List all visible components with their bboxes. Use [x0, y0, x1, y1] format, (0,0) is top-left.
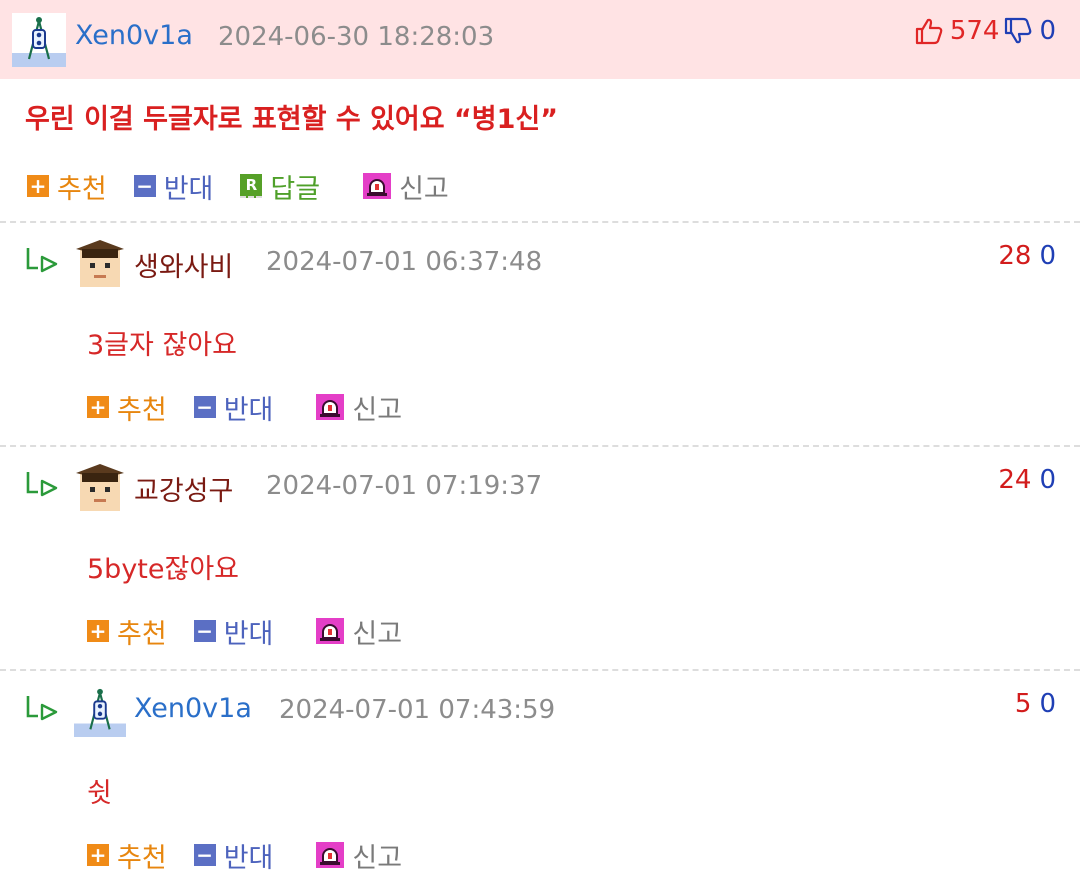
reply-nickname[interactable]: 교강성구 — [134, 469, 233, 508]
reply-actions: + 추천 − 반대 신고 — [87, 836, 429, 875]
upvote-count: 574 — [949, 16, 1000, 46]
downvote-button[interactable]: − 반대 — [193, 388, 274, 427]
main-comment-nickname[interactable]: Xen0v1a — [75, 20, 193, 51]
reply-text: 쉿 — [87, 778, 112, 809]
downvote-button[interactable]: − 반대 — [133, 167, 214, 206]
reply-nickname[interactable]: 생와사비 — [134, 245, 233, 284]
plus-icon: + — [27, 175, 49, 197]
reply-votes: 50 — [1015, 689, 1056, 719]
robot-avatar[interactable] — [12, 13, 66, 67]
main-comment-actions: + 추천 − 반대 R 답글 신고 — [27, 167, 476, 206]
main-comment-body: 우린 이걸 두글자로 표현할 수 있어요 “병1신” + 추천 − 반대 R 답… — [0, 79, 1080, 223]
plus-icon: + — [87, 844, 109, 866]
report-button[interactable]: 신고 — [316, 836, 402, 875]
reply-nickname[interactable]: Xen0v1a — [134, 693, 252, 724]
main-comment-text: 우린 이걸 두글자로 표현할 수 있어요 “병1신” — [25, 104, 558, 135]
report-label: 신고 — [399, 173, 449, 205]
comment-thread: Xen0v1a 2024-06-30 18:28:03 574 0 우린 이걸 … — [0, 0, 1080, 893]
minus-icon: − — [133, 175, 156, 197]
reply-upvote-count: 28 — [998, 241, 1032, 271]
reply-label: 답글 — [270, 173, 321, 205]
reply-votes: 24 0 — [998, 465, 1056, 495]
upvote-button[interactable]: + 추천 — [87, 612, 167, 651]
reply-text: 3글자 잖아요 — [87, 330, 237, 361]
reply-date: 2024-07-01 06:37:48 — [266, 247, 543, 277]
downvote-button[interactable]: − 반대 — [193, 836, 274, 875]
reply-downvote-count: 0 — [1039, 689, 1056, 719]
reply-actions: + 추천 − 반대 신고 — [87, 388, 429, 427]
reply-button[interactable]: R 답글 — [240, 167, 320, 206]
reply-item: 교강성구 2024-07-01 07:19:37 24 0 5byte잖아요 + … — [0, 447, 1080, 671]
reply-icon: R — [240, 174, 263, 198]
upvote-button[interactable]: + 추천 — [87, 388, 167, 427]
report-button[interactable]: 신고 — [316, 388, 402, 427]
upvote-label: 추천 — [117, 394, 167, 426]
siren-icon — [316, 394, 345, 420]
report-label: 신고 — [352, 618, 403, 650]
report-label: 신고 — [352, 394, 403, 426]
reply-upvote-count: 24 — [998, 465, 1032, 495]
main-comment-header: Xen0v1a 2024-06-30 18:28:03 574 0 — [0, 0, 1080, 79]
siren-icon — [316, 618, 345, 644]
reply-item: 생와사비 2024-07-01 06:37:48 28 0 3글자 잖아요 + 추… — [0, 223, 1080, 447]
upvote-label: 추천 — [117, 618, 167, 650]
reply-arrow-icon — [25, 470, 59, 500]
upvote-button[interactable]: + 추천 — [87, 836, 167, 875]
siren-icon — [316, 842, 345, 868]
reply-actions: + 추천 − 반대 신고 — [87, 612, 429, 651]
reply-votes: 28 0 — [998, 241, 1056, 271]
minus-icon: − — [193, 396, 216, 418]
graduate-avatar[interactable] — [74, 461, 126, 513]
reply-item: Xen0v1a 2024-07-01 07:43:59 50 쉿 + 추천 − … — [0, 671, 1080, 893]
report-button[interactable]: 신고 — [316, 612, 402, 651]
plus-icon: + — [87, 620, 109, 642]
downvote-label: 반대 — [163, 173, 214, 205]
reply-arrow-icon — [25, 694, 59, 724]
downvote-label: 반대 — [223, 618, 274, 650]
thumbs-up-icon[interactable] — [914, 16, 944, 46]
reply-arrow-icon — [25, 246, 59, 276]
plus-icon: + — [87, 396, 109, 418]
downvote-label: 반대 — [223, 394, 274, 426]
graduate-avatar[interactable] — [74, 237, 126, 289]
robot-avatar[interactable] — [74, 685, 126, 737]
reply-downvote-count: 0 — [1039, 241, 1056, 271]
main-comment-date: 2024-06-30 18:28:03 — [218, 22, 495, 52]
reply-date: 2024-07-01 07:19:37 — [266, 471, 543, 501]
minus-icon: − — [193, 844, 216, 866]
upvote-button[interactable]: + 추천 — [27, 167, 107, 206]
reply-downvote-count: 0 — [1039, 465, 1056, 495]
report-label: 신고 — [352, 842, 403, 874]
downvote-count: 0 — [1039, 16, 1056, 46]
minus-icon: − — [193, 620, 216, 642]
upvote-label: 추천 — [57, 173, 107, 205]
thumbs-down-icon[interactable] — [1003, 16, 1033, 46]
report-button[interactable]: 신고 — [363, 167, 449, 206]
downvote-button[interactable]: − 반대 — [193, 612, 274, 651]
reply-date: 2024-07-01 07:43:59 — [279, 695, 556, 725]
main-comment-votes: 574 0 — [914, 16, 1056, 46]
siren-icon — [363, 173, 392, 199]
reply-upvote-count: 5 — [1014, 689, 1032, 719]
reply-text: 5byte잖아요 — [87, 554, 240, 585]
downvote-label: 반대 — [223, 842, 274, 874]
upvote-label: 추천 — [117, 842, 167, 874]
